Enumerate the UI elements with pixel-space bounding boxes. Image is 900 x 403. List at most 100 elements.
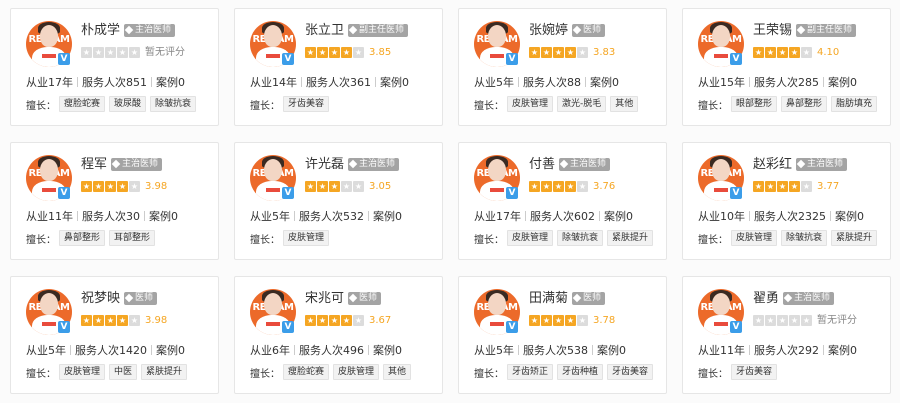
doctor-name[interactable]: 付善	[529, 157, 555, 173]
doctor-name[interactable]: 张婉婷	[529, 23, 568, 39]
avatar-name-tag	[266, 188, 280, 192]
doctor-name[interactable]: 朴成学	[81, 23, 120, 39]
years-prefix: 从业	[250, 76, 272, 89]
skill-tag[interactable]: 紧肤提升	[831, 230, 878, 246]
verified-icon: V	[730, 321, 742, 333]
verified-icon: V	[506, 53, 518, 65]
avatar-face	[264, 25, 282, 47]
service-value: 292	[798, 344, 819, 357]
doctor-name[interactable]: 宋兆可	[305, 291, 344, 307]
doctor-card[interactable]: RED AM V 宋兆可 医师 ★ ★ ★ ★ ★ 3.67 从业6年 服务人次496 案例0 擅长： 瘦脸…	[234, 276, 443, 394]
skill-tag[interactable]: 紧肤提升	[141, 364, 188, 380]
years-prefix: 从业	[26, 344, 48, 357]
skill-tag[interactable]: 皮肤管理	[333, 364, 380, 380]
years-value: 5年	[272, 210, 290, 223]
stat-divider	[151, 77, 152, 87]
doctor-name[interactable]: 赵彩红	[753, 157, 792, 173]
doctor-card[interactable]: RED AM V 田满菊 医师 ★ ★ ★ ★ ★ 3.78 从业5年 服务人次538 案例0 擅长： 牙齿…	[458, 276, 667, 394]
skill-tag[interactable]: 玻尿酸	[109, 96, 147, 112]
verified-icon: V	[282, 321, 294, 333]
doctor-name[interactable]: 许光磊	[305, 157, 344, 173]
skill-tag[interactable]: 耳部整形	[109, 230, 156, 246]
skill-tag[interactable]: 鼻部整形	[59, 230, 106, 246]
doctor-card[interactable]: RED AM V 程军 主治医师 ★ ★ ★ ★ ★ 3.98 从业11年 服务人次30 案例0 擅长：鼻…	[10, 142, 219, 260]
title-badge: 主治医师	[124, 24, 176, 37]
doctor-card[interactable]: RED AM V 张立卫 副主任医师 ★ ★ ★ ★ ★ 3.85 从业14年 服务人次361 案例0 擅…	[234, 8, 443, 126]
doctor-name[interactable]: 张立卫	[305, 23, 344, 39]
service-value: 496	[343, 344, 364, 357]
skills-label: 擅长：	[698, 234, 728, 246]
case-value: 0	[178, 76, 185, 89]
doctor-stats: 从业5年 服务人次532 案例0	[250, 210, 402, 224]
skill-tag[interactable]: 牙齿矫正	[507, 364, 554, 380]
doctor-card[interactable]: RED AM V 朴成学 主治医师 ★ ★ ★ ★ ★ 暂无评分 从业17年 服务人次851 案例0 擅长…	[10, 8, 219, 126]
rating-stars: ★ ★ ★ ★ ★	[529, 315, 589, 326]
skill-tag[interactable]: 除皱抗衰	[150, 96, 197, 112]
doctor-card[interactable]: RED AM V 赵彩红 主治医师 ★ ★ ★ ★ ★ 3.77 从业10年 服务人次2325 案例0 擅…	[682, 142, 891, 260]
skill-tag[interactable]: 除皱抗衰	[781, 230, 828, 246]
skill-tag[interactable]: 其他	[610, 96, 639, 112]
doctor-card[interactable]: RED AM V 许光磊 主治医师 ★ ★ ★ ★ ★ 3.05 从业5年 服务人次532 案例0 擅长：…	[234, 142, 443, 260]
star-filled-icon: ★	[305, 315, 316, 326]
skill-tag[interactable]: 鼻部整形	[781, 96, 828, 112]
star-empty-icon: ★	[129, 47, 140, 58]
skill-tag[interactable]: 牙齿种植	[557, 364, 604, 380]
rating-score: 暂无评分	[817, 315, 857, 326]
skill-tag[interactable]: 中医	[109, 364, 138, 380]
star-filled-icon: ★	[93, 181, 104, 192]
skill-tag[interactable]: 皮肤管理	[59, 364, 106, 380]
star-filled-icon: ★	[553, 47, 564, 58]
stat-divider	[70, 345, 71, 355]
stat-divider	[830, 211, 831, 221]
skill-tag[interactable]: 脂肪填充	[831, 96, 878, 112]
rating-score: 3.85	[369, 47, 392, 58]
years-value: 6年	[272, 344, 290, 357]
skill-tag[interactable]: 紧肤提升	[607, 230, 654, 246]
skill-tag[interactable]: 皮肤管理	[507, 230, 554, 246]
doctor-name[interactable]: 翟勇	[753, 291, 779, 307]
doctor-card[interactable]: RED AM V 付善 主治医师 ★ ★ ★ ★ ★ 3.76 从业17年 服务人次602 案例0 擅长：…	[458, 142, 667, 260]
doctor-card[interactable]: RED AM V 翟勇 主治医师 ★ ★ ★ ★ ★ 暂无评分 从业11年 服务人次292 案例0 擅长：…	[682, 276, 891, 394]
case-value: 0	[619, 344, 626, 357]
star-filled-icon: ★	[341, 315, 352, 326]
stat-divider	[301, 77, 302, 87]
service-prefix: 服务人次	[523, 76, 567, 89]
skills-label: 擅长：	[250, 368, 280, 380]
skill-tag[interactable]: 除皱抗衰	[557, 230, 604, 246]
avatar-face	[264, 293, 282, 315]
title-badge: 主治医师	[783, 292, 835, 305]
service-prefix: 服务人次	[82, 76, 126, 89]
doctor-name[interactable]: 王荣锡	[753, 23, 792, 39]
skill-tag[interactable]: 眼部整形	[731, 96, 778, 112]
stat-divider	[294, 345, 295, 355]
rating-score: 4.10	[817, 47, 840, 58]
avatar-name-tag	[714, 322, 728, 326]
skill-tag[interactable]: 瘦脸蛇赛	[59, 96, 106, 112]
years-value: 17年	[48, 76, 73, 89]
doctor-name[interactable]: 田满菊	[529, 291, 568, 307]
rating-stars: ★ ★ ★ ★ ★	[529, 47, 589, 58]
skill-tag[interactable]: 皮肤管理	[731, 230, 778, 246]
doctor-name[interactable]: 祝梦映	[81, 291, 120, 307]
skill-tag[interactable]: 瘦脸蛇赛	[283, 364, 330, 380]
skill-tag[interactable]: 皮肤管理	[507, 96, 554, 112]
doctor-card[interactable]: RED AM V 祝梦映 医师 ★ ★ ★ ★ ★ 3.98 从业5年 服务人次1420 案例0 擅长：皮…	[10, 276, 219, 394]
case-prefix: 案例	[828, 76, 850, 89]
skill-tag[interactable]: 其他	[383, 364, 412, 380]
doctor-stats: 从业5年 服务人次88 案例0	[474, 76, 619, 90]
avatar-name-tag	[490, 54, 504, 58]
title-badge: 副主任医师	[348, 24, 409, 37]
skill-tag[interactable]: 牙齿美容	[731, 364, 778, 380]
skill-tag[interactable]: 激光-脱毛	[557, 96, 607, 112]
doctor-card[interactable]: RED AM V 张婉婷 医师 ★ ★ ★ ★ ★ 3.83 从业5年 服务人次88 案例0 擅长： 皮肤管…	[458, 8, 667, 126]
years-prefix: 从业	[26, 210, 48, 223]
skill-tag[interactable]: 牙齿美容	[283, 96, 330, 112]
case-prefix: 案例	[149, 210, 171, 223]
skill-tag[interactable]: 皮肤管理	[283, 230, 330, 246]
skills-label: 擅长：	[26, 368, 56, 380]
doctor-card[interactable]: RED AM V 王荣锡 副主任医师 ★ ★ ★ ★ ★ 4.10 从业15年 服务人次285 案例0 擅…	[682, 8, 891, 126]
skill-tag[interactable]: 牙齿美容	[607, 364, 654, 380]
skills-label: 擅长：	[474, 100, 504, 112]
doctor-stats: 从业5年 服务人次1420 案例0	[26, 344, 185, 358]
doctor-name[interactable]: 程军	[81, 157, 107, 173]
